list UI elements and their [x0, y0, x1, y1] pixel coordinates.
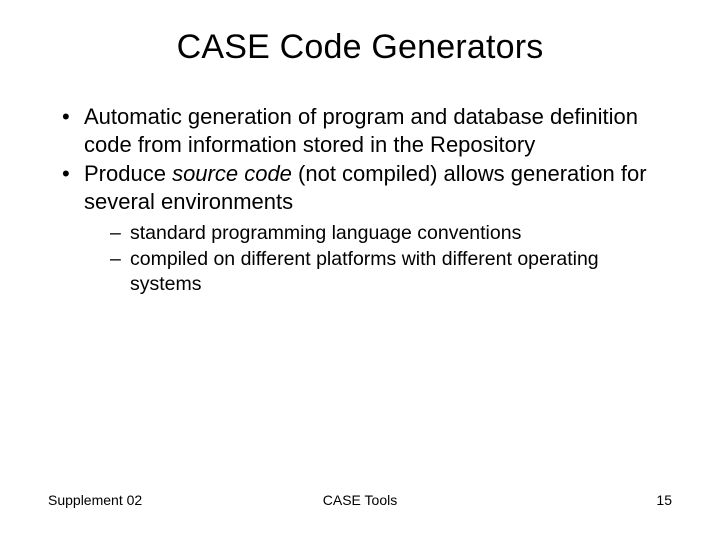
bullet-text: Automatic generation of program and data… — [84, 104, 638, 157]
slide-title: CASE Code Generators — [48, 28, 672, 67]
bullet-item: Automatic generation of program and data… — [62, 103, 672, 158]
subbullet-text: compiled on different platforms with dif… — [130, 248, 599, 294]
bullet-item: Produce source code (not compiled) allow… — [62, 160, 672, 296]
footer-right: 15 — [656, 492, 672, 508]
bullet-list: Automatic generation of program and data… — [48, 103, 672, 296]
slide-footer: Supplement 02 CASE Tools 15 — [48, 492, 672, 508]
subbullet-text: standard programming language convention… — [130, 222, 521, 244]
subbullet-item: standard programming language convention… — [110, 221, 672, 245]
subbullet-list: standard programming language convention… — [84, 221, 672, 296]
footer-center: CASE Tools — [323, 492, 397, 508]
bullet-text-em: source code — [172, 161, 292, 186]
subbullet-item: compiled on different platforms with dif… — [110, 247, 672, 296]
bullet-text-pre: Produce — [84, 161, 172, 186]
footer-left: Supplement 02 — [48, 492, 142, 508]
